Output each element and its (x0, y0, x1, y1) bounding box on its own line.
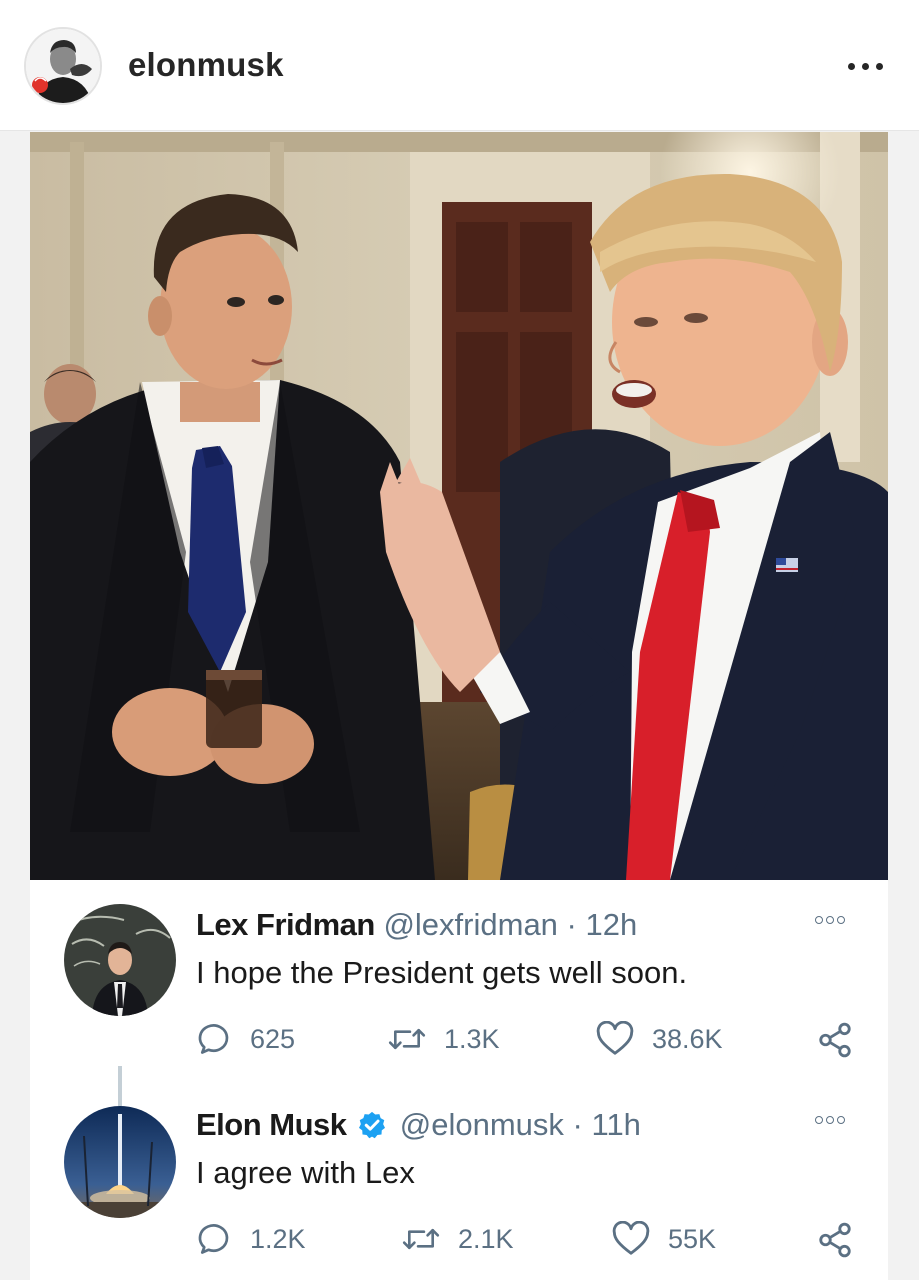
tweet-text: I agree with Lex (196, 1155, 415, 1190)
like-count: 55K (668, 1223, 717, 1254)
tweet-header: Elon Musk @elonmusk · 11h (196, 1105, 641, 1145)
tweet-separator: · (566, 907, 577, 942)
more-options-button[interactable] (838, 46, 892, 86)
tweet-avatar[interactable] (64, 904, 176, 1016)
tweet-thread-card: Lex Fridman @lexfridman · 12h I hope the… (30, 880, 888, 1280)
profile-photo-image (26, 29, 100, 103)
tweet-header: Lex Fridman @lexfridman · 12h (196, 905, 637, 945)
post-photo[interactable] (30, 132, 888, 880)
tweet-text: I hope the President gets well soon. (196, 955, 688, 990)
share-icon (819, 1022, 851, 1058)
reply-icon (198, 1024, 229, 1054)
share-button[interactable] (816, 1021, 854, 1064)
like-button[interactable]: 38.6K (596, 1017, 723, 1061)
tweet-more-button[interactable] (812, 910, 852, 930)
like-button[interactable]: 55K (612, 1217, 716, 1261)
heart-icon (596, 1021, 634, 1055)
reply-button[interactable]: 1.2K (196, 1217, 306, 1261)
profile-avatar[interactable] (24, 27, 102, 105)
more-dot-icon (848, 63, 855, 70)
tweet-elonmusk[interactable]: Elon Musk @elonmusk · 11h I agree with L… (30, 1080, 888, 1280)
share-icon (819, 1222, 851, 1258)
post-header: elonmusk (0, 0, 919, 131)
reply-icon (198, 1224, 229, 1254)
reply-count: 625 (250, 1023, 296, 1054)
reply-button[interactable]: 625 (196, 1017, 295, 1061)
more-circle-icon (826, 916, 834, 924)
tweet-action-bar: 625 1.3K 38.6K (30, 1017, 888, 1061)
more-circle-icon (826, 1116, 834, 1124)
profile-username[interactable]: elonmusk (128, 46, 284, 84)
tweet-author-name[interactable]: Elon Musk (196, 1107, 347, 1142)
tweet-author-name[interactable]: Lex Fridman (196, 907, 375, 942)
verified-badge-icon (359, 1111, 386, 1139)
tweet-timestamp[interactable]: 11h (592, 1107, 641, 1142)
photo-illustration (30, 132, 888, 880)
retweet-button[interactable]: 1.3K (388, 1017, 500, 1061)
instagram-post-screen: elonmusk Lex Fridman @lexfridman · 12h I… (0, 0, 919, 1280)
more-circle-icon (837, 1116, 845, 1124)
share-button[interactable] (816, 1221, 854, 1264)
tweet-separator: · (572, 1107, 583, 1142)
more-dot-icon (862, 63, 869, 70)
more-circle-icon (815, 916, 823, 924)
retweet-icon (402, 1228, 440, 1250)
like-count: 38.6K (652, 1023, 723, 1054)
tweet-action-bar: 1.2K 2.1K 55K (30, 1217, 888, 1261)
retweet-button[interactable]: 2.1K (402, 1217, 514, 1261)
tweet-avatar[interactable] (64, 1106, 176, 1218)
more-dot-icon (876, 63, 883, 70)
tweet-author-handle[interactable]: @lexfridman (383, 907, 557, 942)
tweet-lexfridman[interactable]: Lex Fridman @lexfridman · 12h I hope the… (30, 880, 888, 1122)
elon-avatar-image (64, 1106, 176, 1218)
reply-count: 1.2K (250, 1223, 306, 1254)
more-circle-icon (815, 1116, 823, 1124)
retweet-count: 1.3K (444, 1023, 500, 1054)
heart-icon (612, 1221, 650, 1255)
tweet-more-button[interactable] (812, 1110, 852, 1130)
tweet-timestamp[interactable]: 12h (586, 907, 638, 942)
post-media-container: Lex Fridman @lexfridman · 12h I hope the… (0, 131, 919, 1280)
more-circle-icon (837, 916, 845, 924)
retweet-icon (388, 1028, 426, 1050)
retweet-count: 2.1K (458, 1223, 514, 1254)
tweet-author-handle[interactable]: @elonmusk (400, 1107, 564, 1142)
lex-avatar-image (64, 904, 176, 1016)
